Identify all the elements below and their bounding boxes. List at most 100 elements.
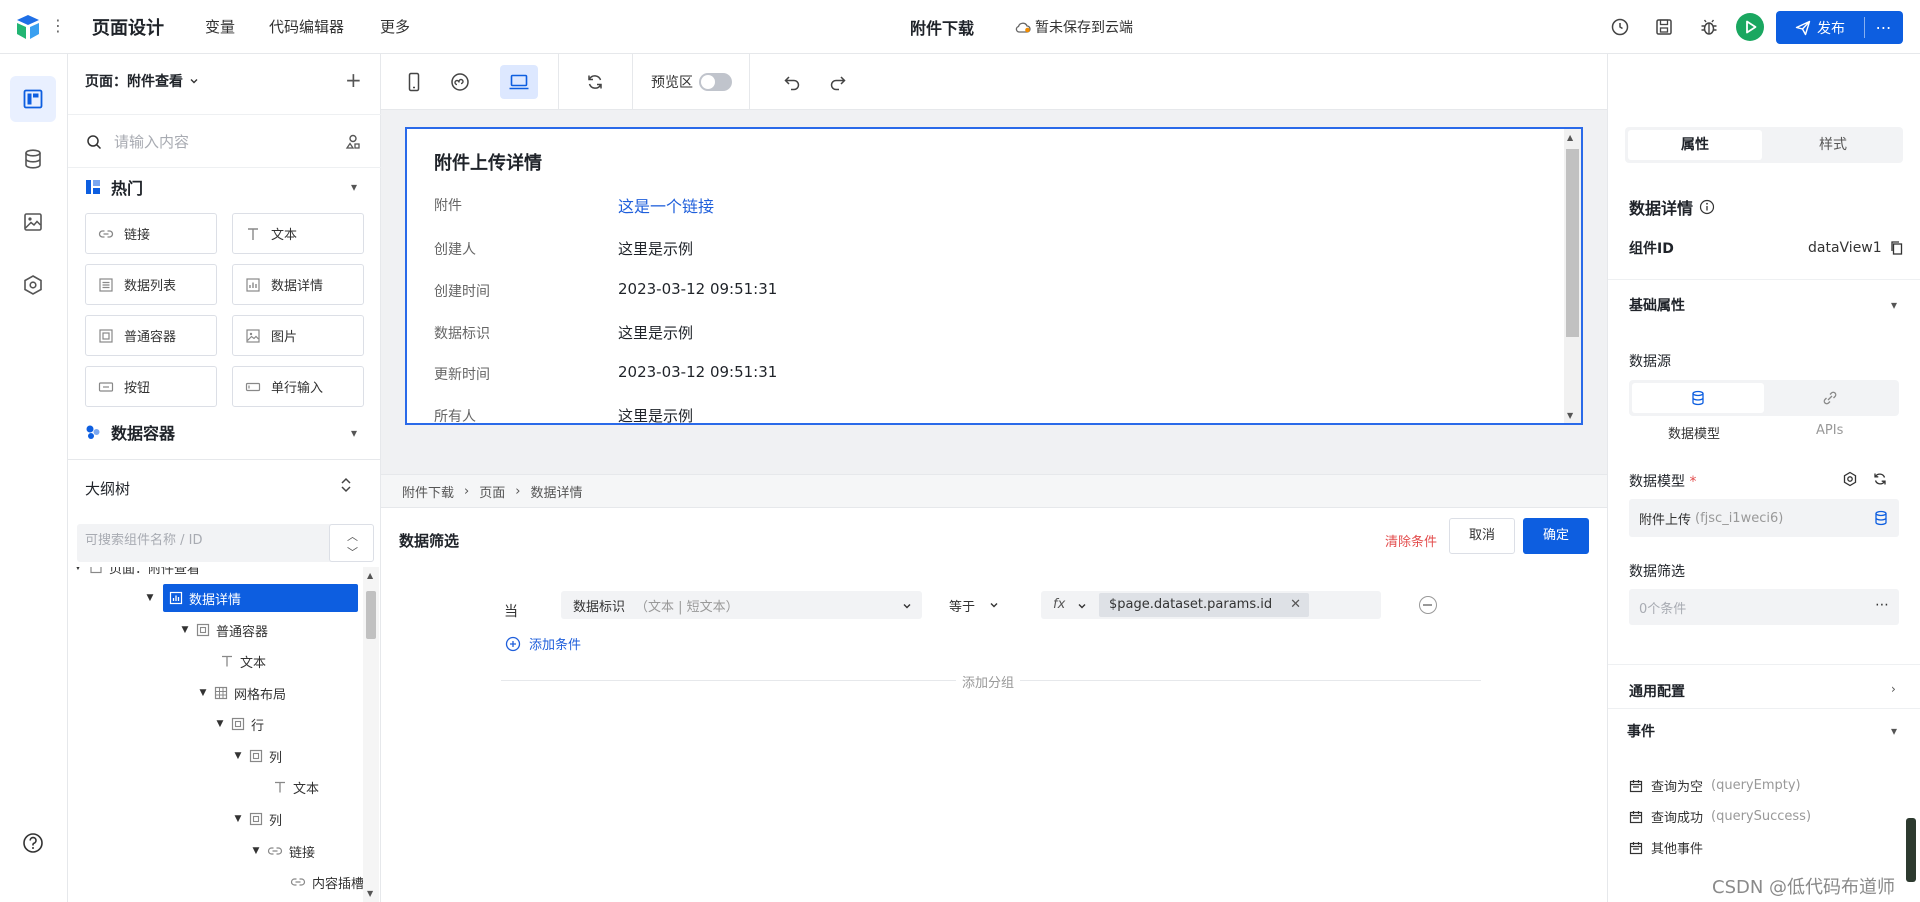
chevron-down-icon[interactable]: ﹀ — [330, 544, 375, 560]
more-icon[interactable]: ⋯ — [1875, 597, 1889, 613]
menu-code-editor[interactable]: 代码编辑器 — [269, 16, 344, 37]
chevron-down-icon[interactable]: ▾ — [1891, 298, 1897, 312]
rail-database[interactable] — [10, 136, 56, 182]
undo-button[interactable] — [773, 65, 811, 99]
publish-button[interactable]: 发布 — [1776, 11, 1864, 44]
caret-down-icon[interactable]: ▼ — [251, 846, 261, 856]
remove-condition-icon[interactable] — [1419, 596, 1437, 614]
add-group-button[interactable]: 添加分组 — [956, 672, 1021, 691]
breadcrumb-item[interactable]: 页面 — [479, 482, 505, 501]
caret-down-icon[interactable]: ▼ — [233, 751, 243, 761]
rail-settings[interactable] — [10, 262, 56, 308]
history-icon[interactable] — [1608, 15, 1632, 39]
tree-node-data-detail[interactable]: ▼ 数据详情 — [147, 584, 358, 612]
tab-styles[interactable]: 样式 — [1766, 130, 1900, 160]
expand-collapse-icon[interactable] — [338, 475, 354, 495]
settings-icon[interactable] — [1842, 471, 1858, 487]
scroll-up-arrow[interactable]: ▲ — [1567, 133, 1573, 142]
data-container-section-header[interactable]: 数据容器 — [85, 420, 175, 444]
attachment-link[interactable]: 这是一个链接 — [618, 193, 714, 217]
add-page-icon[interactable]: + — [345, 70, 362, 90]
chevron-down-icon[interactable]: ▾ — [351, 426, 357, 440]
caret-down-icon[interactable]: ▼ — [145, 593, 155, 603]
chevron-up-icon[interactable]: ︿ — [330, 528, 375, 544]
fx-icon[interactable]: fx — [1053, 597, 1065, 612]
close-icon[interactable]: ✕ — [1290, 593, 1301, 617]
event-query-empty[interactable]: 查询为空 (queryEmpty) — [1629, 776, 1801, 795]
data-model-select[interactable]: 附件上传 (fjsc_i1weci6) — [1629, 499, 1899, 537]
page-selector[interactable]: 页面：附件查看 — [85, 71, 199, 91]
redo-button[interactable] — [819, 65, 857, 99]
cancel-button[interactable]: 取消 — [1449, 518, 1515, 554]
caret-down-icon[interactable]: ▼ — [233, 814, 243, 824]
confirm-button[interactable]: 确定 — [1523, 518, 1589, 554]
caret-down-icon[interactable]: ▼ — [198, 688, 208, 698]
component-text[interactable]: 文本 — [232, 213, 364, 254]
component-image[interactable]: 图片 — [232, 315, 364, 356]
device-desktop-button[interactable] — [500, 65, 538, 99]
chevron-down-icon[interactable] — [1077, 601, 1087, 611]
refresh-button[interactable] — [576, 65, 614, 99]
run-preview-button[interactable] — [1736, 13, 1764, 41]
datasource-tab-model[interactable] — [1632, 383, 1764, 413]
tree-node-text[interactable]: 文本 — [220, 647, 266, 675]
field-select[interactable]: 数据标识 （文本 | 短文本） — [561, 591, 922, 619]
general-config-header[interactable]: 通用配置 — [1629, 681, 1685, 701]
component-single-input[interactable]: 单行输入 — [232, 366, 364, 407]
component-data-detail[interactable]: 数据详情 — [232, 264, 364, 305]
breadcrumb-item[interactable]: 数据详情 — [530, 482, 582, 501]
card-scrollbar[interactable]: ▲ ▼ — [1564, 129, 1581, 423]
chevron-down-icon[interactable]: ▾ — [351, 180, 357, 194]
save-icon[interactable] — [1652, 15, 1676, 39]
scroll-down-arrow[interactable]: ▼ — [1567, 411, 1573, 420]
scroll-down-arrow[interactable]: ▼ — [367, 889, 373, 898]
scroll-up-arrow[interactable]: ▲ — [367, 571, 373, 580]
tree-node-page[interactable]: ▼ 页面：附件查看 — [73, 567, 200, 581]
tab-properties[interactable]: 属性 — [1628, 130, 1762, 160]
hot-section-header[interactable]: 热门 — [85, 175, 143, 199]
tree-scroll-thumb[interactable] — [366, 591, 376, 639]
tree-search-input[interactable] — [85, 533, 325, 548]
tree-node-slot[interactable]: 内容插槽 — [290, 868, 363, 896]
caret-down-icon[interactable]: ▼ — [215, 719, 225, 729]
caret-down-icon[interactable]: ▼ — [180, 625, 190, 635]
refresh-icon[interactable] — [1872, 471, 1888, 487]
rail-help[interactable] — [10, 820, 56, 866]
component-filter-icon[interactable] — [344, 133, 362, 151]
caret-down-icon[interactable]: ▼ — [73, 567, 83, 572]
tree-node-column[interactable]: ▼ 列 — [233, 805, 282, 833]
data-detail-card[interactable]: 附件上传详情 附件 这是一个链接 创建人 这里是示例 创建时间 2023-03-… — [405, 127, 1583, 425]
rail-assets[interactable] — [10, 199, 56, 245]
tree-node-link[interactable]: ▼ 链接 — [251, 837, 315, 865]
component-button[interactable]: 按钮 — [85, 366, 217, 407]
tree-node-row[interactable]: ▼ 行 — [215, 710, 264, 738]
component-link[interactable]: 链接 — [85, 213, 217, 254]
events-header[interactable]: 事件 — [1627, 721, 1655, 741]
operator-select[interactable]: 等于 — [949, 591, 999, 619]
component-data-list[interactable]: 数据列表 — [85, 264, 217, 305]
device-mobile-button[interactable] — [395, 65, 433, 99]
tree-node-grid[interactable]: ▼ 网格布局 — [198, 679, 286, 707]
add-condition-button[interactable]: 添加条件 — [505, 634, 581, 653]
tree-node-column[interactable]: ▼ 列 — [233, 742, 282, 770]
device-miniprogram-button[interactable] — [441, 65, 479, 99]
tree-search-stepper[interactable]: ︿ ﹀ — [329, 524, 374, 562]
clear-conditions-button[interactable]: 清除条件 — [1385, 531, 1437, 550]
tree-node-text[interactable]: 文本 — [273, 773, 319, 801]
debug-bug-icon[interactable] — [1697, 15, 1721, 39]
event-query-success[interactable]: 查询成功 (querySuccess) — [1629, 807, 1811, 826]
tree-node-container[interactable]: ▼ 普通容器 — [180, 616, 268, 644]
value-input[interactable]: fx $page.dataset.params.id ✕ — [1041, 591, 1381, 619]
menu-more[interactable]: 更多 — [380, 16, 410, 37]
breadcrumb-item[interactable]: 附件下载 — [402, 482, 454, 501]
component-container[interactable]: 普通容器 — [85, 315, 217, 356]
info-icon[interactable] — [1699, 199, 1715, 215]
app-logo-icon[interactable] — [14, 14, 42, 40]
datasource-tab-apis[interactable] — [1764, 383, 1896, 413]
tree-scrollbar[interactable]: ▲ ▼ — [363, 567, 379, 902]
preview-toggle[interactable] — [699, 73, 732, 91]
app-menu-icon[interactable]: ⋮ — [50, 16, 66, 36]
publish-more-button[interactable]: ⋯ — [1865, 11, 1903, 44]
chevron-down-icon[interactable]: ▾ — [1891, 724, 1897, 738]
chevron-right-icon[interactable]: › — [1891, 682, 1896, 696]
